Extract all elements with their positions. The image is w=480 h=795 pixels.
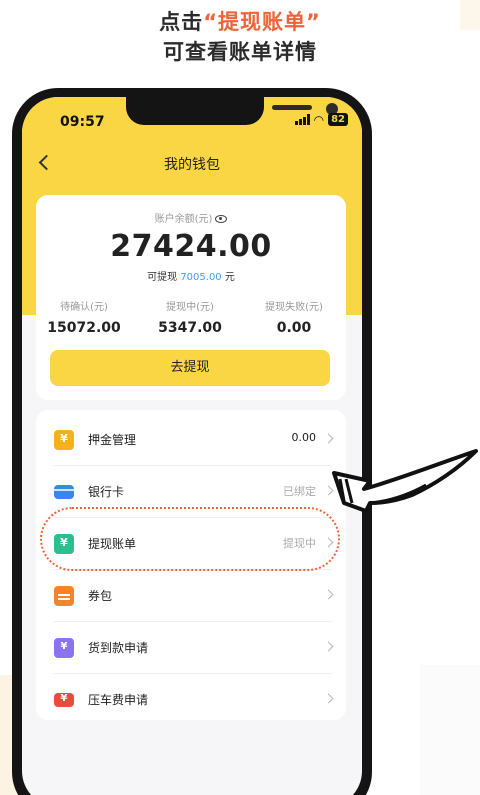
shield-yuan-icon (54, 430, 74, 450)
balance-label: 账户余额(元) (154, 214, 213, 225)
stat-value: 5347.00 (158, 320, 222, 336)
highlight-ring (40, 507, 340, 571)
menu-item-coupons[interactable]: 券包 (36, 570, 346, 622)
chevron-right-icon (323, 693, 334, 704)
menu-item-value: 已绑定 (283, 485, 316, 498)
cod-icon (54, 638, 74, 658)
chevron-right-icon (323, 589, 334, 600)
caption-prefix: 点击 (159, 10, 204, 34)
stat-label: 待确认(元) (60, 302, 108, 313)
withdrawable-prefix: 可提现 (147, 272, 178, 283)
chevron-right-icon (323, 641, 334, 652)
stat-value: 15072.00 (47, 320, 121, 336)
withdrawable-amount: 7005.00 (180, 272, 222, 283)
chevron-right-icon (323, 433, 334, 444)
menu-item-deposit[interactable]: 押金管理 0.00 (36, 414, 346, 466)
background-decor (420, 665, 480, 795)
withdrawable-row: 可提现 7005.00 元 (36, 268, 346, 283)
caption-line-2: 可查看账单详情 (163, 40, 317, 64)
caption-highlight: “提现账单” (203, 10, 321, 34)
page-title: 我的钱包 (164, 157, 220, 173)
wifi-icon: ◠ (313, 112, 325, 127)
signal-icon (294, 114, 310, 125)
bank-card-icon (54, 485, 74, 499)
menu-item-truck-fee[interactable]: 压车费申请 (36, 674, 346, 726)
caption-line-1: 点击“提现账单” (0, 6, 480, 36)
stat-label: 提现失败(元) (265, 302, 323, 313)
menu-item-label: 银行卡 (88, 485, 125, 499)
stat-label: 提现中(元) (166, 302, 214, 313)
menu-item-label: 押金管理 (88, 433, 137, 447)
balance-amount: 27424.00 (110, 229, 272, 264)
menu-item-cod[interactable]: 货到款申请 (36, 622, 346, 674)
battery-icon: 82 (328, 113, 348, 126)
eye-icon[interactable] (215, 215, 228, 223)
menu-item-value: 0.00 (291, 431, 317, 444)
stat-pending: 待确认(元) 15072.00 (36, 298, 132, 336)
menu-item-label: 货到款申请 (88, 641, 149, 655)
truck-icon (54, 693, 74, 707)
withdrawable-suffix: 元 (224, 272, 235, 283)
menu-item-label: 券包 (88, 589, 113, 603)
stat-failed: 提现失败(元) 0.00 (246, 298, 342, 336)
withdraw-button[interactable]: 去提现 (50, 350, 330, 386)
phone-screen: 09:57 ◠ 82 我的钱包 账户余额(元) 27424.00 可提现 700… (22, 97, 362, 795)
coupon-icon (54, 586, 74, 606)
pointer-arrow-icon (332, 449, 478, 513)
status-icons: ◠ 82 (294, 112, 348, 127)
stat-value: 0.00 (276, 320, 312, 336)
balance-label-row: 账户余额(元) (36, 210, 346, 225)
phone-notch (126, 97, 338, 125)
speaker (272, 105, 312, 110)
status-time: 09:57 (60, 114, 105, 130)
stat-withdrawing: 提现中(元) 5347.00 (142, 298, 238, 336)
balance-card: 账户余额(元) 27424.00 可提现 7005.00 元 待确认(元) 15… (36, 195, 346, 400)
menu-item-label: 压车费申请 (88, 693, 149, 707)
